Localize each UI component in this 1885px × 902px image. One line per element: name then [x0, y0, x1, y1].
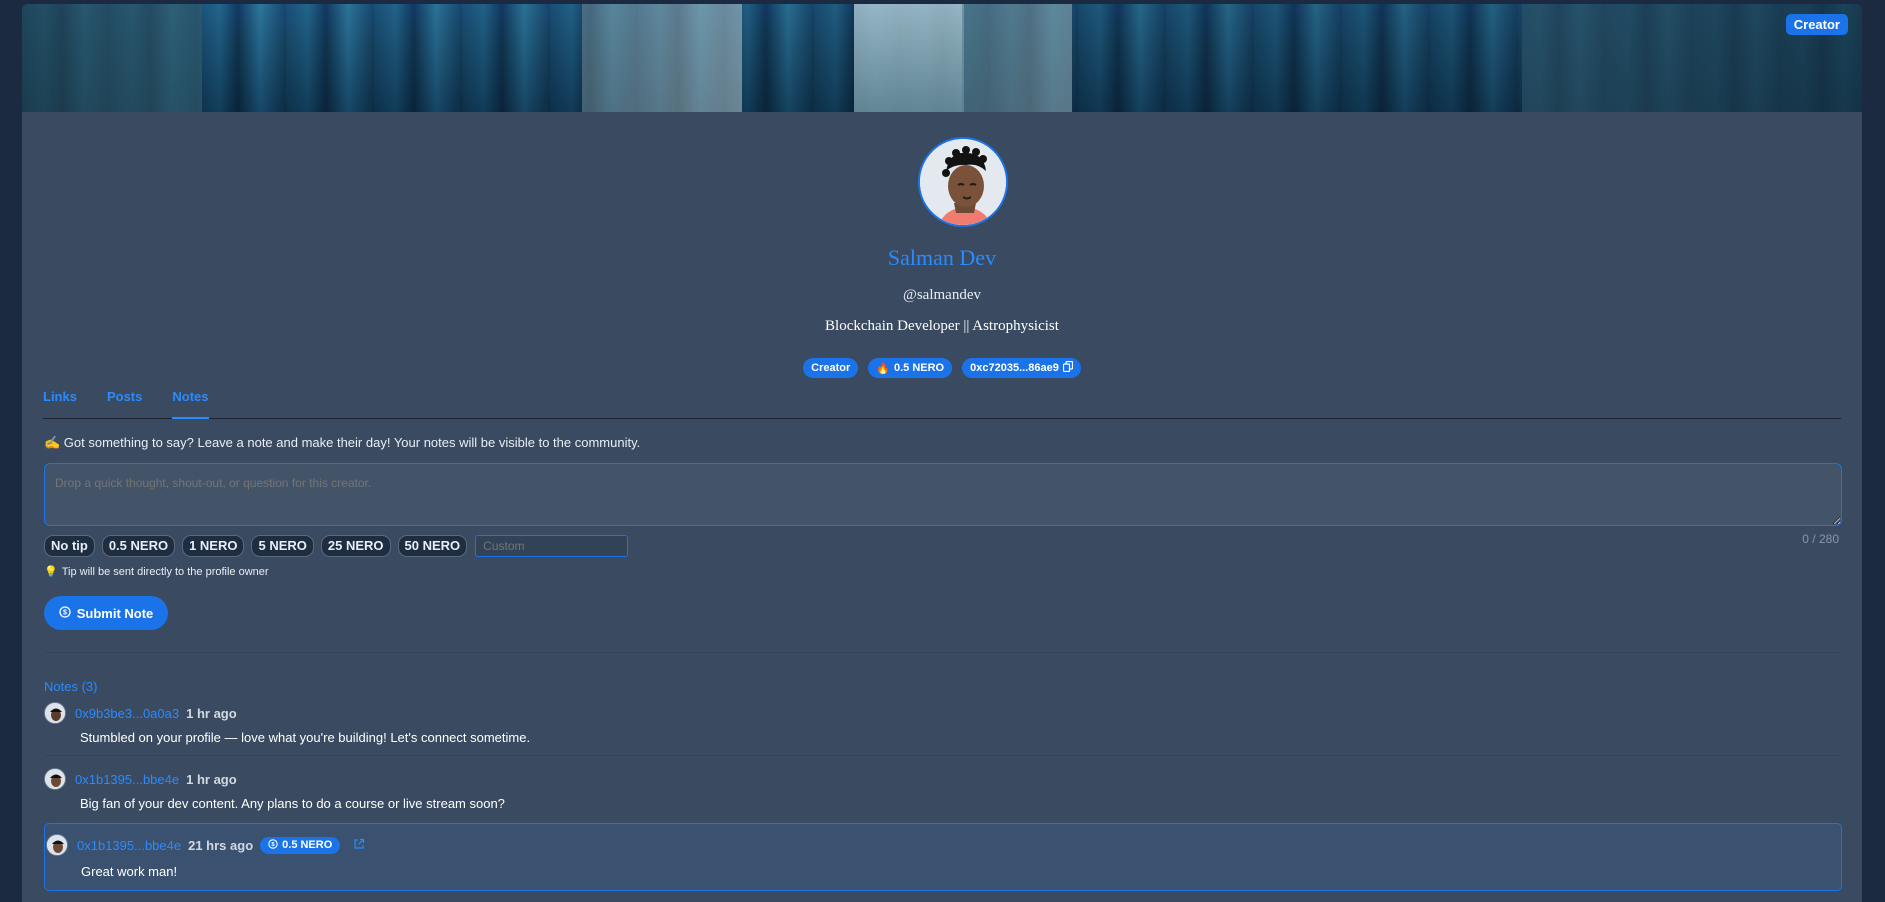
- profile-avatar: [918, 137, 1008, 227]
- submit-note-button[interactable]: $ Submit Note: [44, 596, 168, 630]
- fire-icon: 🔥: [876, 362, 890, 375]
- profile-bio: Blockchain Developer || Astrophysicist: [825, 318, 1059, 334]
- note-divider: [44, 755, 1842, 756]
- role-badge-label: Creator: [811, 362, 851, 374]
- note-input[interactable]: [44, 463, 1842, 526]
- note-author-address[interactable]: 0x1b1395...bbe4e: [77, 838, 181, 853]
- profile-badges: Creator 🔥 0.5 NERO 0xc72035...86ae9: [22, 358, 1862, 378]
- note-time: 21 hrs ago: [188, 837, 254, 853]
- note-item: 0x1b1395...bbe4e 1 hr ago Big fan of you…: [44, 768, 1842, 811]
- note-author-address[interactable]: 0x9b3be3...0a0a3: [75, 706, 179, 721]
- note-text: Great work man!: [81, 864, 178, 879]
- tip-total-label: 0.5 NERO: [893, 362, 945, 374]
- role-badge: Creator: [803, 358, 859, 378]
- external-link-icon[interactable]: [353, 838, 365, 853]
- submit-note-label: Submit Note: [76, 605, 154, 621]
- note-author-avatar: [44, 702, 66, 724]
- note-tip-badge: $ 0.5 NERO: [260, 836, 341, 854]
- avatar-illustration: [920, 139, 1006, 225]
- note-tip-amount: 0.5 NERO: [282, 839, 333, 851]
- tip-option-1[interactable]: 1 NERO: [182, 535, 245, 557]
- tip-option-0-5[interactable]: 0.5 NERO: [101, 535, 176, 557]
- tip-total-badge: 🔥 0.5 NERO: [868, 358, 953, 378]
- wallet-badge[interactable]: 0xc72035...86ae9: [962, 358, 1081, 378]
- dollar-coin-icon: $: [59, 605, 71, 621]
- tip-option-25[interactable]: 25 NERO: [320, 535, 391, 557]
- tip-option-5[interactable]: 5 NERO: [251, 535, 314, 557]
- profile-tabs: Links Posts Notes: [43, 389, 1841, 419]
- tab-links[interactable]: Links: [43, 389, 77, 419]
- lightbulb-icon: 💡: [44, 566, 58, 578]
- tab-notes[interactable]: Notes: [172, 389, 209, 419]
- profile-banner: [22, 4, 1862, 112]
- svg-text:$: $: [63, 609, 67, 616]
- character-counter: 0 / 280: [1802, 532, 1839, 546]
- tab-posts[interactable]: Posts: [107, 389, 142, 419]
- section-divider: [44, 652, 1842, 653]
- note-item-tipped: 0x1b1395...bbe4e 21 hrs ago $ 0.5 NERO G…: [44, 823, 1842, 891]
- notes-intro-text: ✍️ Got something to say? Leave a note an…: [44, 435, 641, 450]
- note-author-address[interactable]: 0x1b1395...bbe4e: [75, 772, 179, 787]
- tip-options: No tip 0.5 NERO 1 NERO 5 NERO 25 NERO 50…: [44, 535, 629, 557]
- dollar-coin-icon: $: [268, 838, 278, 852]
- note-author-avatar: [44, 768, 66, 790]
- custom-tip-input[interactable]: [475, 535, 629, 557]
- note-time: 1 hr ago: [186, 705, 237, 721]
- creator-corner-badge: Creator: [1785, 14, 1848, 35]
- wallet-address: 0xc72035...86ae9: [970, 362, 1059, 374]
- notes-list-title: Notes (3): [44, 679, 98, 694]
- note-author-avatar: [46, 834, 68, 856]
- tip-hint: 💡 Tip will be sent directly to the profi…: [44, 565, 269, 579]
- tip-hint-text: Tip will be sent directly to the profile…: [61, 565, 269, 578]
- note-text: Big fan of your dev content. Any plans t…: [80, 796, 505, 811]
- profile-handle: @salmandev: [903, 287, 981, 303]
- note-text: Stumbled on your profile — love what you…: [80, 730, 531, 745]
- copy-icon[interactable]: [1062, 360, 1073, 375]
- tip-option-none[interactable]: No tip: [44, 535, 95, 557]
- profile-card: Creator Salman Dev @salmandev Blockchain…: [22, 4, 1862, 902]
- note-time: 1 hr ago: [186, 771, 237, 787]
- profile-name: Salman Dev: [887, 245, 997, 270]
- note-item: 0x9b3be3...0a0a3 1 hr ago Stumbled on yo…: [44, 702, 1842, 745]
- tip-option-50[interactable]: 50 NERO: [397, 535, 468, 557]
